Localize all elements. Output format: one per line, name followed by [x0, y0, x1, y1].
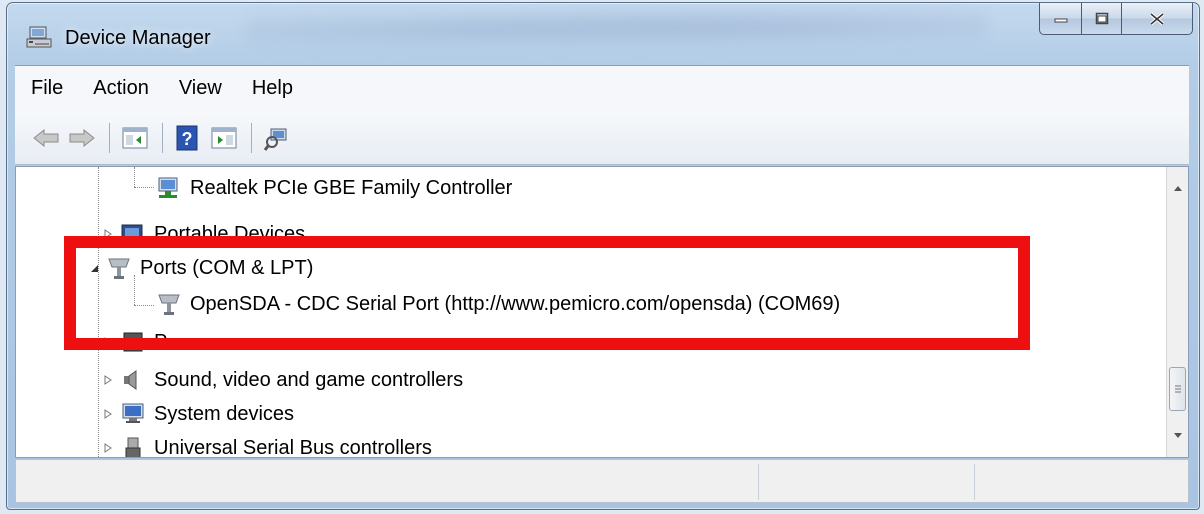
menu-bar: File Action View Help	[15, 65, 1189, 111]
expand-arrow-icon	[104, 375, 112, 385]
toolbar-separator	[251, 122, 252, 153]
toolbar: ?	[15, 111, 1189, 165]
show-hide-tree-button[interactable]	[120, 123, 150, 153]
device-manager-icon	[26, 26, 52, 48]
menu-action[interactable]: Action	[91, 73, 151, 104]
expand-arrow-icon	[104, 409, 112, 419]
tree-item-label: Sound, video and game controllers	[154, 368, 464, 391]
status-bar	[15, 459, 1189, 503]
tree-item-realtek[interactable]: Realtek PCIe GBE Family Controller	[156, 171, 512, 205]
status-separator	[758, 464, 759, 500]
svg-text:?: ?	[182, 129, 193, 149]
tree-item-system-devices[interactable]: System devices	[102, 397, 294, 431]
close-button[interactable]	[1121, 3, 1193, 35]
menu-file[interactable]: File	[29, 73, 65, 104]
vertical-scrollbar[interactable]	[1166, 167, 1188, 457]
maximize-icon	[1095, 12, 1108, 24]
show-hide-tree-icon	[122, 127, 148, 148]
scan-hardware-button[interactable]	[262, 123, 292, 153]
show-hide-action-pane-button[interactable]	[209, 123, 239, 153]
help-button[interactable]: ?	[173, 123, 203, 153]
menu-view[interactable]: View	[177, 73, 224, 104]
speaker-icon	[124, 370, 137, 390]
menu-help[interactable]: Help	[250, 73, 295, 104]
toolbar-separator	[109, 122, 110, 153]
tree-item-label: Universal Serial Bus controllers	[154, 436, 432, 458]
network-adapter-icon	[158, 177, 178, 198]
scan-hardware-icon	[264, 128, 287, 151]
computer-icon	[122, 403, 144, 423]
toolbar-separator	[162, 122, 163, 153]
tree-line	[134, 167, 135, 187]
tree-item-label: Realtek PCIe GBE Family Controller	[190, 176, 513, 199]
maximize-button[interactable]	[1081, 3, 1121, 35]
scrollbar-thumb[interactable]	[1169, 367, 1186, 411]
show-hide-action-pane-icon	[211, 127, 237, 148]
scroll-down-icon	[1174, 433, 1182, 438]
aero-glass-background	[247, 7, 987, 53]
help-icon: ?	[176, 125, 198, 150]
title-bar[interactable]: Device Manager	[7, 3, 1199, 63]
window-title: Device Manager	[65, 27, 211, 49]
status-separator	[974, 464, 975, 500]
tree-item-sound-video-game[interactable]: Sound, video and game controllers	[102, 363, 463, 397]
scroll-up-button[interactable]	[1167, 177, 1188, 199]
minimize-icon	[1054, 18, 1067, 22]
tree-item-usb-controllers[interactable]: Universal Serial Bus controllers	[102, 431, 432, 458]
caption-buttons	[1039, 3, 1193, 35]
expand-arrow-icon	[104, 443, 112, 453]
back-button[interactable]	[31, 123, 61, 153]
grip-icon	[1174, 385, 1181, 393]
scroll-down-button[interactable]	[1167, 425, 1188, 447]
red-highlight-box	[64, 236, 1030, 350]
forward-arrow-icon	[69, 128, 95, 147]
forward-button[interactable]	[67, 123, 97, 153]
minimize-button[interactable]	[1039, 3, 1081, 35]
tree-line	[134, 187, 154, 188]
back-arrow-icon	[33, 128, 59, 147]
usb-icon	[125, 437, 141, 457]
close-icon	[1149, 12, 1165, 25]
scroll-up-icon	[1174, 186, 1182, 191]
tree-item-label: System devices	[154, 402, 295, 425]
